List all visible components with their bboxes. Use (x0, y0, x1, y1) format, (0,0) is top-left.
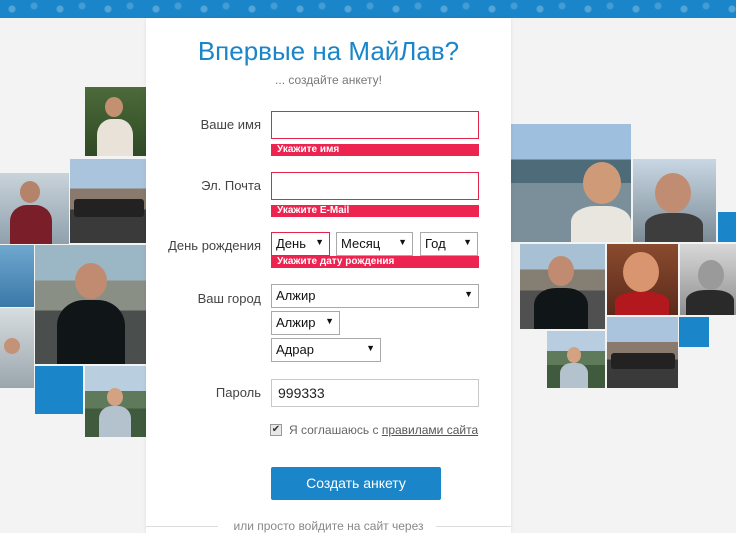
terms-link[interactable]: правилами сайта (382, 423, 478, 437)
day-select[interactable]: День ▼ (271, 232, 330, 256)
year-select-value: Год (425, 236, 446, 251)
dropdown-arrow-icon: ▼ (315, 237, 324, 247)
city-label: Ваш город (197, 291, 261, 306)
region-select[interactable]: Алжир ▼ (271, 311, 340, 335)
profile-photo (0, 173, 69, 244)
agree-checkbox[interactable]: ✔ (270, 424, 282, 436)
month-select[interactable]: Месяц ▼ (336, 232, 413, 256)
profile-photo (70, 159, 146, 243)
decorative-square (679, 317, 709, 347)
profile-photo (0, 245, 34, 307)
profile-photo (85, 87, 146, 156)
birthday-error: Укажите дату рождения (271, 256, 479, 268)
create-profile-button[interactable]: Создать анкету (271, 467, 441, 500)
alt-login-text: или просто войдите на сайт через (233, 519, 424, 533)
country-select-value: Алжир (276, 288, 316, 303)
profile-photo (511, 124, 631, 242)
region-select-value: Алжир (276, 315, 316, 330)
dropdown-arrow-icon: ▼ (398, 237, 407, 247)
profile-photo (85, 366, 146, 437)
registration-card: Впервые на МайЛав? ... создайте анкету! … (146, 18, 511, 533)
profile-photo (0, 308, 34, 388)
profile-photo (607, 317, 678, 388)
name-error: Укажите имя (271, 144, 479, 156)
dropdown-arrow-icon: ▼ (463, 237, 472, 247)
birthday-label: День рождения (168, 238, 261, 253)
decorative-square (718, 212, 736, 242)
month-select-value: Месяц (341, 236, 381, 251)
password-label: Пароль (215, 385, 261, 400)
decorative-square (35, 366, 83, 414)
dropdown-arrow-icon: ▼ (464, 289, 473, 299)
agree-label: Я соглашаюсь с (289, 423, 379, 437)
profile-photo (680, 244, 736, 315)
profile-photo (633, 159, 716, 242)
page-title: Впервые на МайЛав? (197, 36, 460, 66)
page-subtitle: ... создайте анкету! (275, 73, 382, 87)
top-decorative-strip (0, 0, 736, 18)
agree-text: Я соглашаюсь с правилами сайта (289, 423, 478, 437)
city-select[interactable]: Адрар ▼ (271, 338, 381, 362)
profile-photo (35, 245, 146, 364)
email-input[interactable] (271, 172, 479, 200)
country-select[interactable]: Алжир ▼ (271, 284, 479, 308)
profile-photo (607, 244, 678, 315)
email-label: Эл. Почта (201, 178, 261, 193)
email-error: Укажите E-Mail (271, 205, 479, 217)
year-select[interactable]: Год ▼ (420, 232, 478, 256)
password-input[interactable]: 999333 (271, 379, 479, 407)
profile-photo (547, 331, 605, 388)
day-select-value: День (276, 236, 306, 251)
city-select-value: Адрар (276, 342, 314, 357)
dropdown-arrow-icon: ▼ (325, 316, 334, 326)
profile-photo (520, 244, 605, 329)
name-label: Ваше имя (200, 117, 261, 132)
dropdown-arrow-icon: ▼ (366, 343, 375, 353)
name-input[interactable] (271, 111, 479, 139)
